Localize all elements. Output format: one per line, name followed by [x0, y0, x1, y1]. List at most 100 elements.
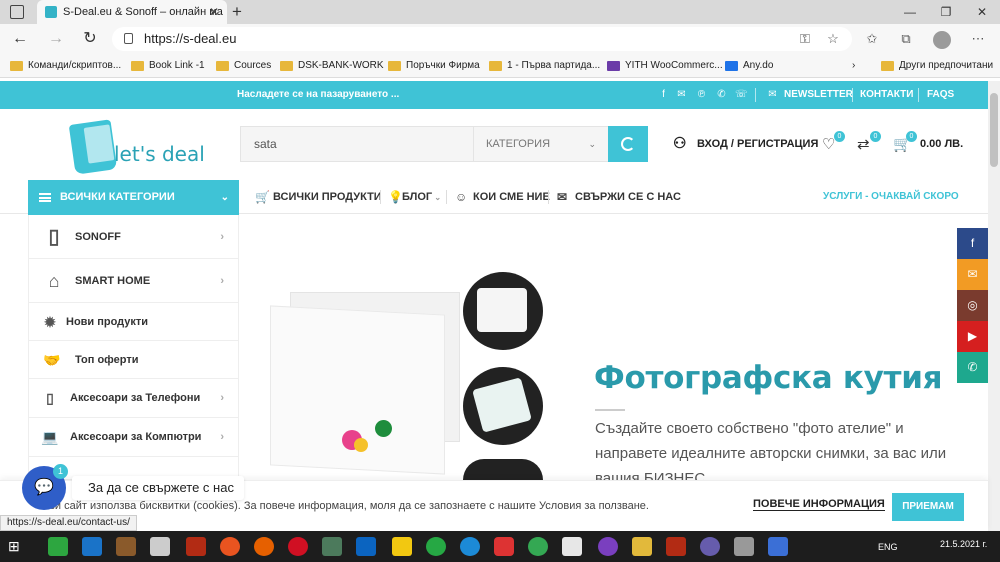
language-indicator[interactable]: ENG — [878, 542, 898, 552]
tab-title: S-Deal.eu & Sonoff – онлайн ма — [63, 6, 223, 18]
restore-icon[interactable]: ❐ — [928, 0, 964, 24]
bookmark-item[interactable]: DSK-BANK-WORK — [280, 54, 384, 78]
login-register-link[interactable]: ⚇ ВХОД / РЕГИСТРАЦИЯ — [673, 136, 818, 152]
sidebar-item-new-products[interactable]: ✹ Нови продукти — [29, 303, 238, 341]
wechat-icon[interactable] — [426, 537, 446, 556]
filezilla-icon[interactable] — [186, 537, 206, 556]
facebook-icon[interactable]: f — [957, 228, 988, 259]
bookmark-item[interactable]: Any.do — [725, 54, 773, 78]
app-icon[interactable] — [494, 537, 514, 556]
app-icon[interactable] — [150, 537, 170, 556]
profile-avatar[interactable] — [933, 31, 951, 49]
edge-icon[interactable] — [460, 537, 480, 556]
site-topbar: Насладете се на пазаруването ... f ✉ ℗ ✆… — [0, 81, 988, 109]
smart-home-icon: ⌂ — [48, 271, 60, 291]
more-info-link[interactable]: ПОВЕЧЕ ИНФОРМАЦИЯ — [753, 498, 885, 511]
sidebar-item-top-offers[interactable]: 🤝 Топ оферти — [29, 341, 238, 379]
cart-total[interactable]: 0.00 ЛВ. — [920, 138, 963, 150]
nav-about[interactable]: ☺ КОИ СМЕ НИЕ — [455, 180, 550, 214]
email-icon[interactable]: ✉ — [957, 259, 988, 290]
nav-all-products[interactable]: 🛒 ВСИЧКИ ПРОДУКТИ — [255, 180, 382, 214]
all-categories-button[interactable]: ВСИЧКИ КАТЕГОРИИ ⌄ — [28, 180, 239, 215]
back-icon[interactable]: ← — [10, 28, 30, 50]
filezilla-icon[interactable] — [666, 537, 686, 556]
chat-label[interactable]: За да се свържете с нас — [72, 476, 244, 500]
bookmark-item[interactable]: Поръчки Фирма — [388, 54, 480, 78]
sidebar-item-pc-accessories[interactable]: 💻 Аксесоари за Компютри › — [29, 418, 238, 457]
youtube-icon[interactable]: ▶ — [957, 321, 988, 352]
services-coming-soon[interactable]: УСЛУГИ - ОЧАКВАЙ СКОРО — [823, 180, 959, 214]
whatsapp-icon[interactable]: ✆ — [957, 352, 988, 383]
pinterest-icon[interactable]: ℗ — [696, 89, 707, 100]
collections-icon[interactable]: ⧉ — [898, 31, 914, 47]
accept-cookies-button[interactable]: ПРИЕМАМ — [892, 493, 964, 521]
forward-icon[interactable]: → — [46, 28, 66, 50]
divider — [755, 88, 756, 102]
opera-icon[interactable] — [288, 537, 308, 556]
new-tab-icon[interactable]: + — [232, 1, 242, 23]
other-favorites[interactable]: Други предпочитани — [881, 54, 993, 78]
bookmarks-more-icon[interactable]: › — [852, 54, 855, 78]
bookmark-item[interactable]: 1 - Първа партида... — [489, 54, 600, 78]
scrollbar-thumb[interactable] — [990, 93, 998, 167]
viber-icon[interactable] — [700, 537, 720, 556]
app-icon[interactable] — [562, 537, 582, 556]
chevron-right-icon: › — [220, 275, 224, 287]
bookmark-item[interactable]: Команди/скриптов... — [10, 54, 121, 78]
chevron-right-icon: › — [220, 392, 224, 404]
folder-icon — [10, 61, 23, 71]
file-explorer-icon[interactable] — [632, 537, 652, 556]
instagram-icon[interactable]: ◎ — [957, 290, 988, 321]
ubuntu-icon[interactable] — [220, 537, 240, 556]
bookmark-item[interactable]: YITH WooCommerc... — [607, 54, 723, 78]
favorites-icon[interactable]: ✩ — [864, 31, 880, 47]
close-tab-icon[interactable]: ✕ — [209, 0, 219, 24]
firefox-icon[interactable] — [254, 537, 274, 556]
email-icon[interactable]: ✉ — [676, 89, 687, 100]
bookmark-item[interactable]: Book Link -1 — [131, 54, 205, 78]
hero-divider — [595, 409, 625, 411]
search-input[interactable]: sata — [254, 127, 277, 161]
more-menu-icon[interactable]: ⋯ — [970, 31, 986, 47]
compare-shuffle-icon[interactable]: ⇄ — [857, 135, 870, 153]
viber-icon[interactable]: ☏ — [735, 89, 748, 100]
chrome-icon[interactable] — [528, 537, 548, 556]
app-icon[interactable] — [82, 537, 102, 556]
key-icon[interactable]: ⚿ — [797, 31, 813, 47]
url-field[interactable]: https://s-deal.eu ⚿ ☆ — [112, 27, 852, 51]
app-icon[interactable] — [322, 537, 342, 556]
facebook-icon[interactable]: f — [658, 89, 669, 100]
minimize-icon[interactable]: — — [892, 0, 928, 24]
whatsapp-icon[interactable]: ✆ — [716, 89, 727, 100]
sidebar-item-sonoff[interactable]: ▯ SONOFF › — [29, 215, 238, 259]
page-scrollbar[interactable] — [988, 81, 1000, 531]
sidebar-item-smart-home[interactable]: ⌂ SMART HOME › — [29, 259, 238, 303]
sidebar-item-phone-accessories[interactable]: ▯ Аксесоари за Телефони › — [29, 379, 238, 418]
bookmark-item[interactable]: Cources — [216, 54, 271, 78]
search-button[interactable] — [608, 126, 648, 162]
outlook-icon[interactable] — [356, 537, 376, 556]
taskbar-clock[interactable]: 21.5.2021 г. — [940, 539, 987, 550]
faqs-link[interactable]: FAQS — [927, 81, 954, 109]
app-icon[interactable] — [116, 537, 136, 556]
favorite-star-icon[interactable]: ☆ — [825, 31, 841, 47]
site-logo[interactable]: let's deal — [68, 118, 205, 176]
tab-actions-icon[interactable] — [10, 5, 24, 19]
category-select[interactable]: КАТЕГОРИЯ ⌄ — [473, 127, 608, 161]
windows-taskbar: ⊞ — [0, 531, 1000, 562]
app-icon[interactable] — [768, 537, 788, 556]
wechat-icon[interactable] — [48, 537, 68, 556]
app-icon[interactable] — [598, 537, 618, 556]
nav-blog[interactable]: 💡 БЛОГ ⌄ — [388, 180, 441, 214]
contacts-link[interactable]: КОНТАКТИ — [860, 81, 913, 109]
chevron-right-icon: › — [220, 431, 224, 443]
windows-start-icon[interactable]: ⊞ — [8, 537, 28, 556]
browser-tab[interactable]: S-Deal.eu & Sonoff – онлайн ма ✕ — [37, 0, 227, 24]
nav-contact[interactable]: ✉ СВЪРЖИ СЕ С НАС — [557, 180, 681, 214]
sticky-notes-icon[interactable] — [392, 537, 412, 556]
close-window-icon[interactable]: ✕ — [964, 0, 1000, 24]
newsletter-link[interactable]: NEWSLETTER — [784, 81, 853, 109]
app-icon[interactable] — [734, 537, 754, 556]
refresh-icon[interactable]: ↻ — [80, 28, 100, 50]
chevron-down-icon: ⌄ — [220, 192, 229, 203]
